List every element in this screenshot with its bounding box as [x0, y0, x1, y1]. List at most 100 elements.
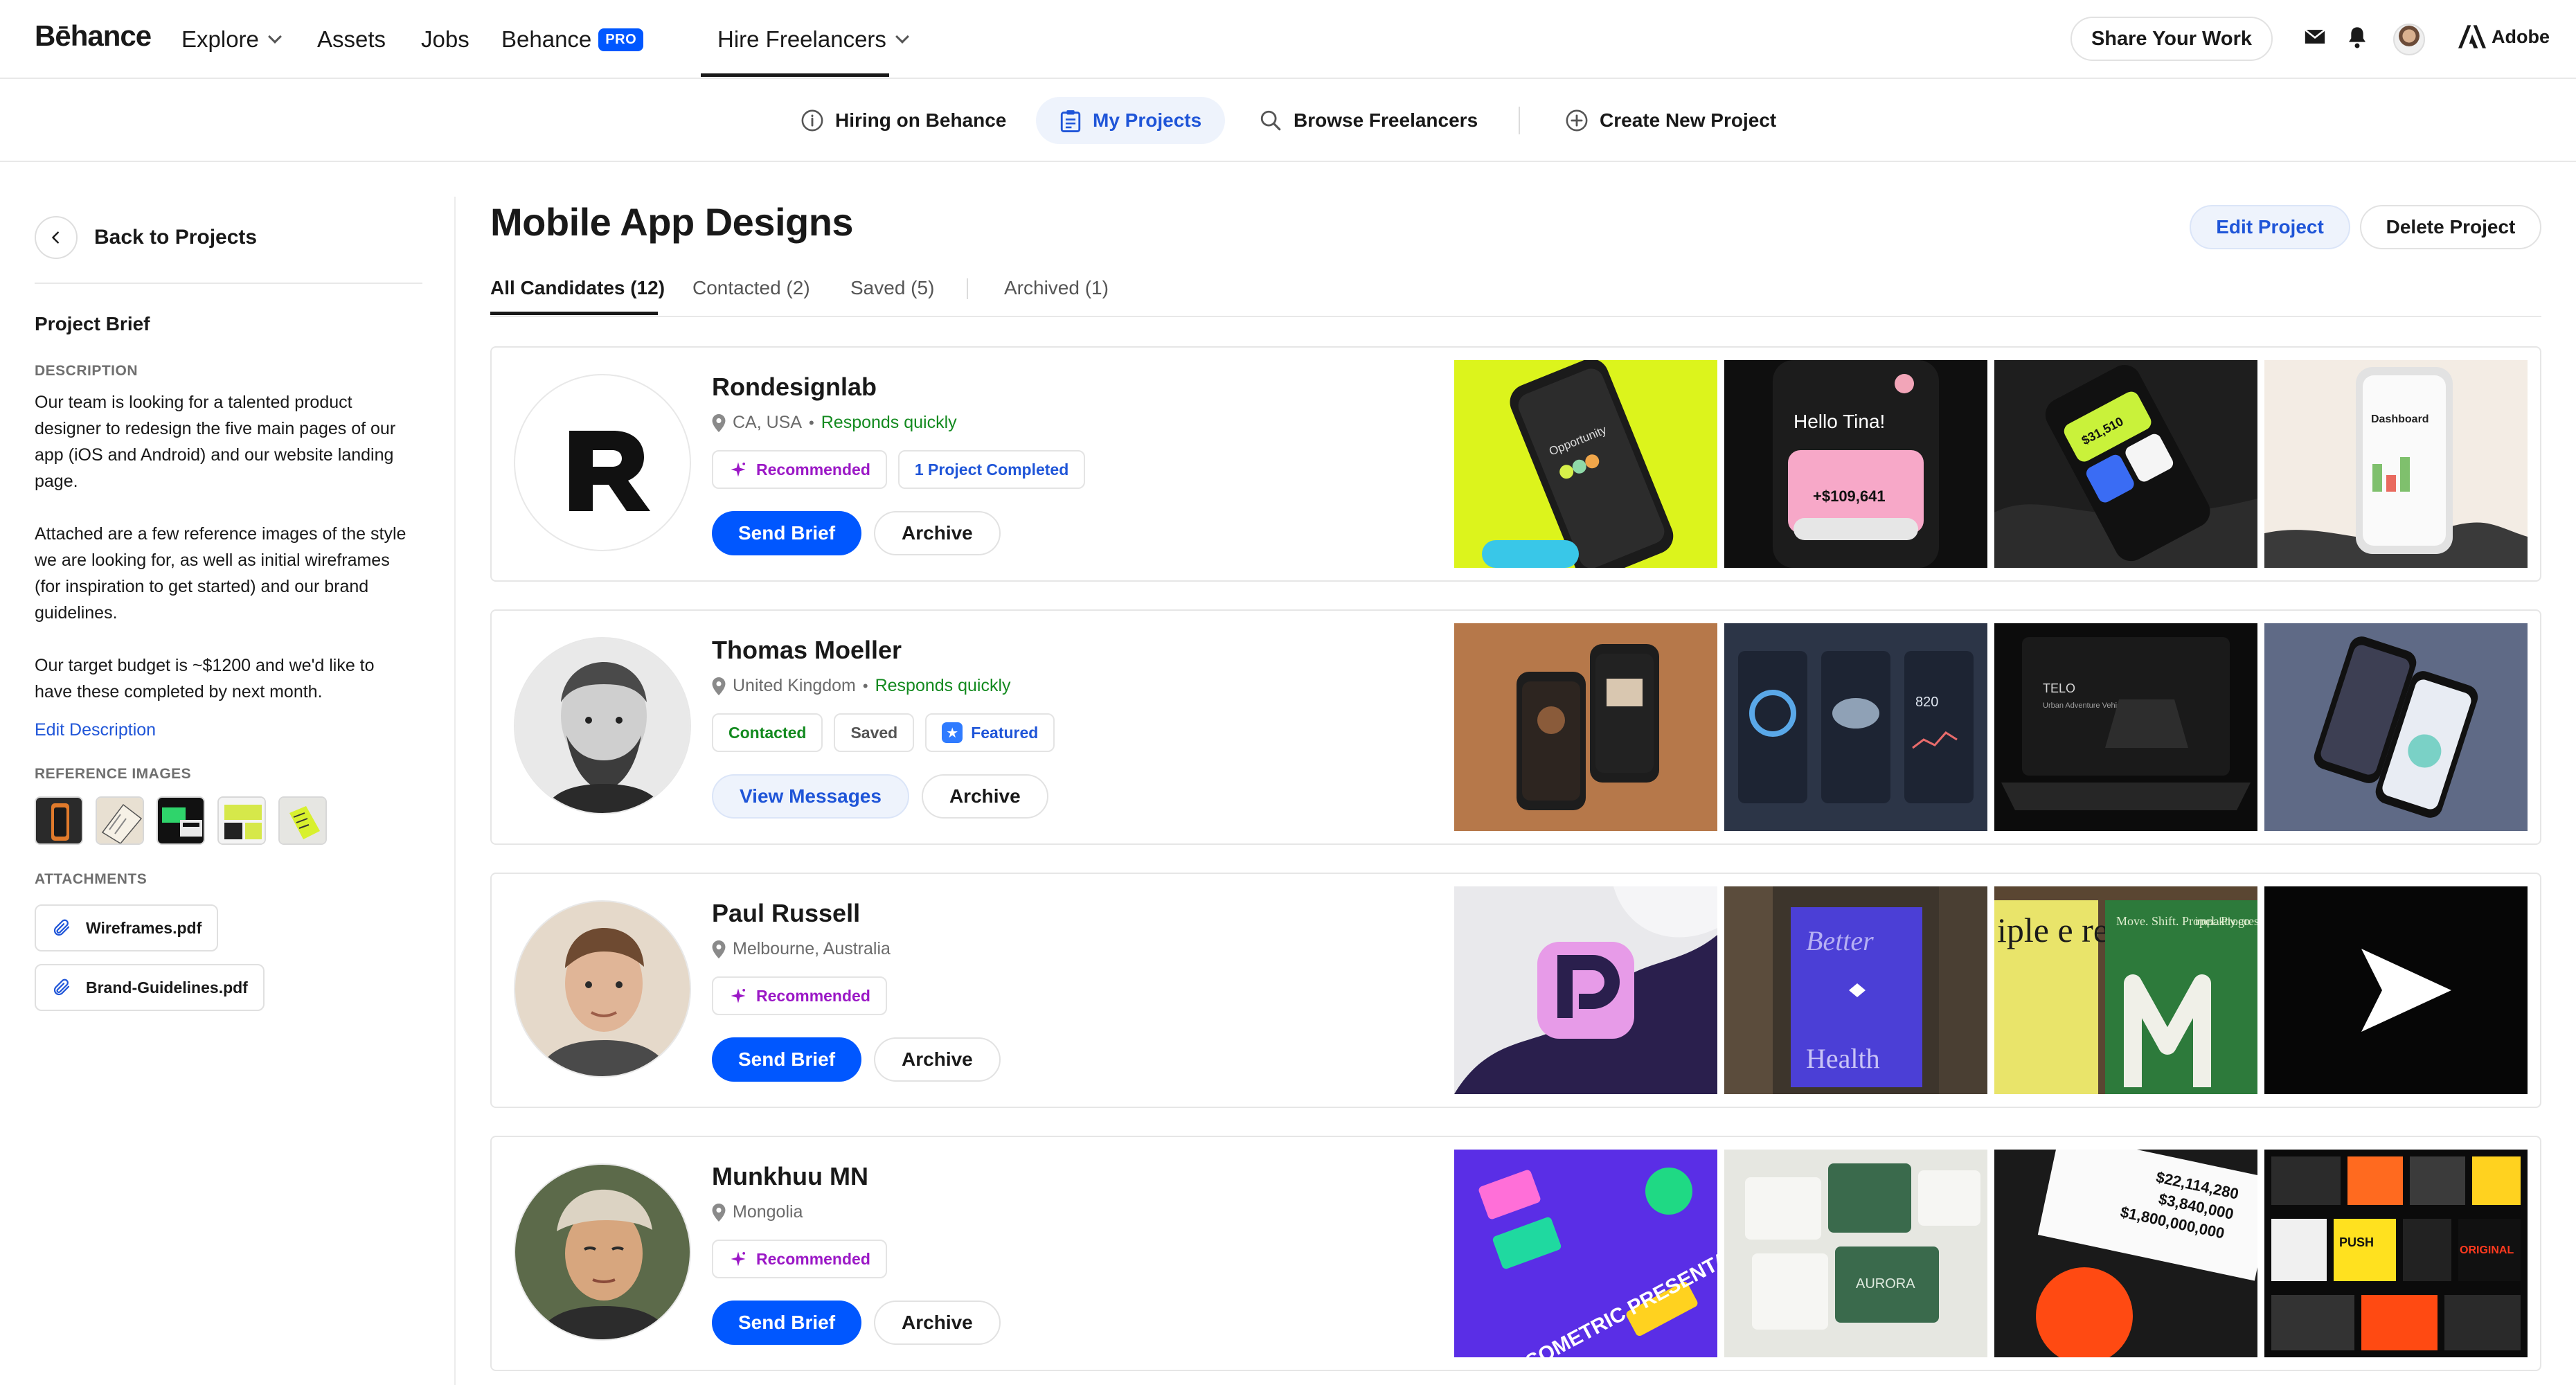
portfolio-thumbnail[interactable]: Dashboard [2264, 360, 2528, 568]
subnav-hiring-on-behance[interactable]: Hiring on Behance [777, 97, 1030, 144]
saved-chip: Saved [834, 713, 915, 752]
attachment-filename: Brand-Guidelines.pdf [86, 978, 248, 997]
portfolio-thumbnails: ISOMETRIC PRESENTATION AURORA $22,114,28… [1454, 1150, 2528, 1357]
nav-hire-freelancers[interactable]: Hire Freelancers [717, 26, 909, 53]
attachment-brand-guidelines[interactable]: Brand-Guidelines.pdf [35, 964, 265, 1011]
candidate-card[interactable]: Thomas Moeller United Kingdom • Responds… [490, 609, 2541, 845]
portfolio-thumbnail[interactable] [1454, 623, 1717, 831]
candidate-name[interactable]: Munkhuu MN [712, 1162, 868, 1191]
subnav-my-projects[interactable]: My Projects [1036, 97, 1226, 144]
portfolio-thumbnail[interactable]: 820 [1724, 623, 1987, 831]
back-to-projects-button[interactable]: Back to Projects [35, 216, 257, 259]
archive-button[interactable]: Archive [874, 1037, 1001, 1082]
portfolio-thumbnail[interactable] [2264, 886, 2528, 1094]
adobe-link[interactable]: Adobe [2458, 25, 2550, 48]
view-messages-button[interactable]: View Messages [712, 774, 909, 819]
mail-icon[interactable] [2303, 25, 2327, 52]
nav-behance-pro[interactable]: Behance PRO [501, 26, 644, 53]
portfolio-thumbnail[interactable] [2264, 623, 2528, 831]
responds-quickly: Responds quickly [821, 413, 957, 432]
candidate-card[interactable]: Rondesignlab CA, USA • Responds quickly … [490, 346, 2541, 582]
adobe-label: Adobe [2492, 26, 2550, 47]
tab-all-candidates[interactable]: All Candidates (12) [490, 277, 665, 299]
candidate-avatar[interactable] [514, 374, 691, 551]
portfolio-thumbnail[interactable]: Hello Tina! +$109,641 [1724, 360, 1987, 568]
nav-jobs[interactable]: Jobs [421, 26, 469, 53]
notification-bell-icon[interactable] [2346, 25, 2368, 53]
nav-explore-label: Explore [181, 26, 259, 52]
portfolio-thumbnails: Opportunity Hello Tina! +$109,641 $31,510… [1454, 360, 2528, 568]
sparkle-icon [731, 1251, 746, 1267]
user-avatar[interactable] [2393, 24, 2425, 55]
chip-label: 1 Project Completed [914, 460, 1069, 479]
thumb-text: iple e re. [1997, 911, 2118, 949]
candidate-card[interactable]: Munkhuu MN Mongolia Recommended Send Bri… [490, 1136, 2541, 1371]
portfolio-thumbnail[interactable]: $31,510 [1994, 360, 2257, 568]
candidate-avatar[interactable] [514, 1163, 691, 1341]
candidate-card[interactable]: Paul Russell Melbourne, Australia Recomm… [490, 873, 2541, 1108]
responds-quickly: Responds quickly [875, 676, 1011, 695]
nav-jobs-label: Jobs [421, 26, 469, 52]
subnav-divider [1519, 107, 1520, 134]
project-description: Our team is looking for a talented produ… [35, 389, 409, 731]
archive-button[interactable]: Archive [874, 1301, 1001, 1345]
candidate-name[interactable]: Paul Russell [712, 899, 860, 928]
candidate-meta: CA, USA • Responds quickly [712, 413, 957, 433]
meta-separator: • [862, 677, 868, 695]
send-brief-button[interactable]: Send Brief [712, 1037, 862, 1082]
send-brief-button[interactable]: Send Brief [712, 511, 862, 555]
portfolio-thumbnail[interactable]: Opportunity [1454, 360, 1717, 568]
portfolio-thumbnail[interactable]: $22,114,280 $3,840,000 $1,800,000,000 [1994, 1150, 2257, 1357]
nav-assets[interactable]: Assets [317, 26, 386, 53]
reference-image-thumbnail[interactable] [278, 796, 327, 845]
tab-archived[interactable]: Archived (1) [1004, 277, 1109, 299]
thumb-text: impaktly.co [2195, 916, 2250, 928]
candidate-chips: Recommended 1 Project Completed [712, 450, 1086, 489]
portfolio-thumbnail[interactable]: iple e re. Move. Shift. Propel. Progress.… [1994, 886, 2257, 1094]
portfolio-thumbnail[interactable]: AURORA [1724, 1150, 1987, 1357]
reference-image-thumbnail[interactable] [217, 796, 266, 845]
pro-badge: PRO [598, 28, 644, 51]
portfolio-thumbnail[interactable]: PUSH ORIGINAL [2264, 1150, 2528, 1357]
reference-image-thumbnail[interactable] [35, 796, 83, 845]
attachment-wireframes[interactable]: Wireframes.pdf [35, 904, 219, 951]
tab-saved[interactable]: Saved (5) [850, 277, 934, 299]
featured-chip: ★ Featured [925, 713, 1055, 752]
description-paragraph: Our target budget is ~$1200 and we'd lik… [35, 656, 375, 702]
sparkle-icon [731, 462, 746, 477]
archive-button[interactable]: Archive [921, 774, 1048, 819]
subnav-browse-freelancers[interactable]: Browse Freelancers [1235, 97, 1501, 144]
candidate-chips: Contacted Saved ★ Featured [712, 713, 1055, 752]
delete-project-button[interactable]: Delete Project [2360, 205, 2541, 249]
thumb-text: TELO [2043, 681, 2075, 695]
candidate-actions: Send Brief Archive [712, 511, 1001, 555]
chip-label: Recommended [756, 986, 870, 1005]
archive-button[interactable]: Archive [874, 511, 1001, 555]
portfolio-thumbnail[interactable]: Better Health [1724, 886, 1987, 1094]
sparkle-icon [731, 988, 746, 1003]
edit-description-link[interactable]: Edit Description [35, 720, 156, 740]
tab-contacted[interactable]: Contacted (2) [692, 277, 810, 299]
candidate-name[interactable]: Thomas Moeller [712, 636, 902, 665]
portfolio-thumbnail[interactable]: TELO Urban Adventure Vehicles [1994, 623, 2257, 831]
behance-logo[interactable]: Bēhance [35, 19, 152, 53]
edit-project-button[interactable]: Edit Project [2190, 205, 2350, 249]
candidate-avatar[interactable] [514, 637, 691, 814]
nav-explore[interactable]: Explore [181, 26, 282, 53]
candidate-chips: Recommended [712, 976, 887, 1015]
send-brief-button[interactable]: Send Brief [712, 1301, 862, 1345]
subnav-create-new-project[interactable]: Create New Project [1541, 97, 1800, 144]
location-pin-icon [712, 1203, 726, 1222]
contacted-chip: Contacted [712, 713, 823, 752]
candidate-avatar[interactable] [514, 900, 691, 1078]
thumb-text: +$109,641 [1813, 488, 1886, 505]
reference-image-thumbnail[interactable] [156, 796, 205, 845]
portfolio-thumbnail[interactable]: ISOMETRIC PRESENTATION [1454, 1150, 1717, 1357]
chevron-down-icon [267, 30, 282, 44]
candidate-name[interactable]: Rondesignlab [712, 373, 877, 402]
share-your-work-button[interactable]: Share Your Work [2070, 17, 2273, 61]
portfolio-thumbnail[interactable] [1454, 886, 1717, 1094]
back-to-projects-label: Back to Projects [94, 226, 258, 249]
chip-label: Saved [850, 723, 898, 742]
reference-image-thumbnail[interactable] [96, 796, 144, 845]
